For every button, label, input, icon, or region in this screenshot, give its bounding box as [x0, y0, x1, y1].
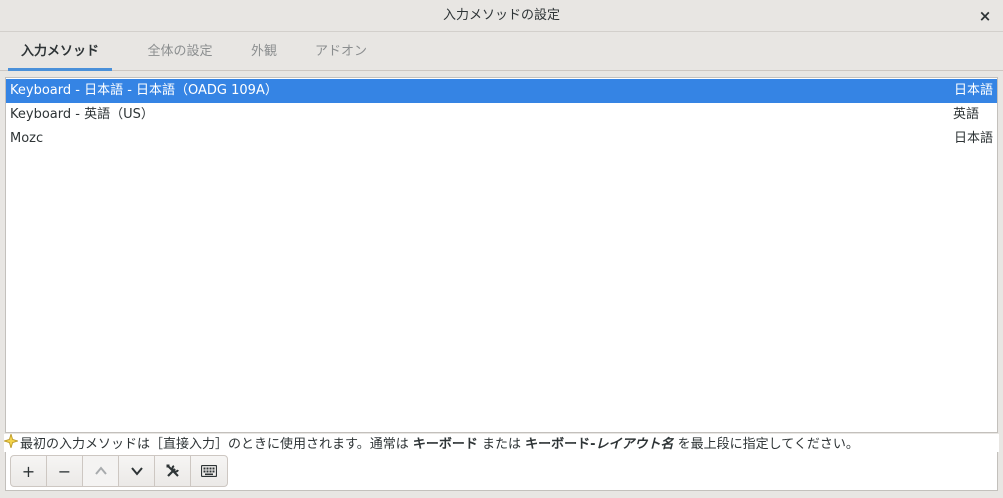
tab-bar: 入力メソッド 全体の設定 外観 アドオン: [0, 33, 1003, 71]
window-title: 入力メソッドの設定: [442, 8, 560, 23]
keyboard-layout-button[interactable]: [191, 456, 227, 486]
method-name: Keyboard - 英語（US）: [10, 107, 154, 122]
list-toolbar: + −: [5, 452, 998, 491]
method-name: Mozc: [10, 131, 44, 146]
method-language: 英語: [952, 107, 979, 122]
method-language: 日本語: [953, 83, 993, 98]
keyboard-icon: [201, 465, 217, 477]
hint-text: 最初の入力メソッドは［直接入力］のときに使用されます。通常は キーボード または…: [4, 434, 999, 452]
configure-button[interactable]: [155, 456, 191, 486]
list-item[interactable]: Keyboard - 英語（US） 英語: [6, 103, 997, 127]
add-button[interactable]: +: [11, 456, 47, 486]
move-down-button[interactable]: [119, 456, 155, 486]
toolbar-button-group: + −: [10, 455, 228, 487]
remove-button[interactable]: −: [47, 456, 83, 486]
tab-input-methods[interactable]: 入力メソッド: [8, 33, 112, 71]
method-language: 日本語: [953, 131, 993, 146]
close-button[interactable]: ×: [975, 6, 995, 26]
tab-addons[interactable]: アドオン: [300, 33, 382, 71]
tools-icon: [165, 463, 181, 479]
tab-appearance[interactable]: 外観: [238, 33, 290, 71]
method-name: Keyboard - 日本語 - 日本語（OADG 109A）: [10, 83, 278, 98]
list-item[interactable]: Keyboard - 日本語 - 日本語（OADG 109A） 日本語: [6, 79, 997, 103]
chevron-down-icon: [130, 464, 144, 478]
list-item[interactable]: Mozc 日本語: [6, 127, 997, 151]
sparkle-icon: [4, 434, 20, 448]
tab-global-settings[interactable]: 全体の設定: [132, 33, 228, 71]
title-bar: 入力メソッドの設定 ×: [0, 0, 1003, 32]
chevron-up-icon: [94, 464, 108, 478]
input-method-list[interactable]: Keyboard - 日本語 - 日本語（OADG 109A） 日本語 Keyb…: [5, 77, 998, 433]
move-up-button[interactable]: [83, 456, 119, 486]
